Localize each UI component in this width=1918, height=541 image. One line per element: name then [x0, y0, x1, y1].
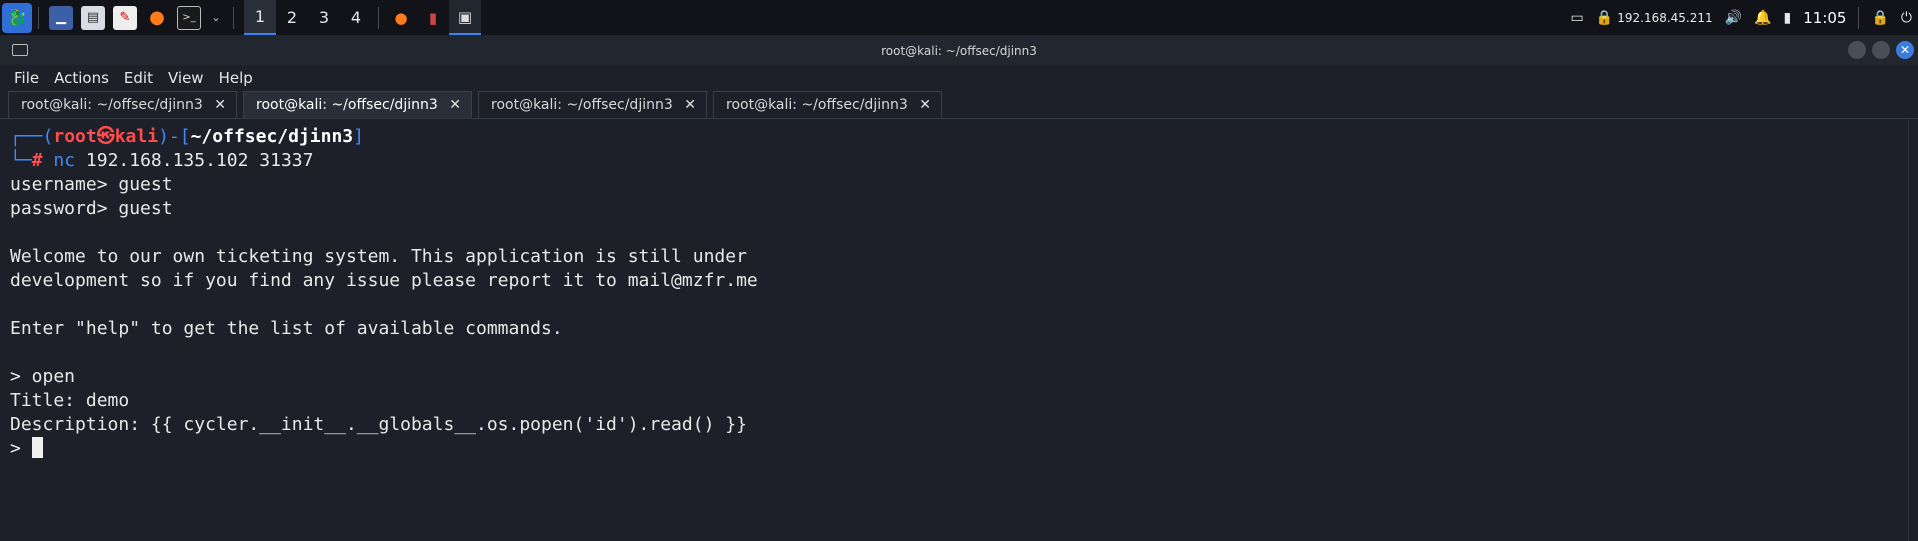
chevron-down-icon[interactable]: ⌄: [209, 6, 223, 30]
minimize-button[interactable]: [1848, 41, 1866, 59]
terminal-output[interactable]: ┌──(root㉿kali)-[~/offsec/djinn3] └─# nc …: [0, 119, 1900, 541]
menu-file[interactable]: File: [14, 69, 39, 87]
output-line: development so if you find any issue ple…: [10, 270, 758, 291]
panel-separator: [1858, 6, 1860, 29]
tab-label: root@kali: ~/offsec/djinn3: [21, 97, 203, 113]
input-prompt: >: [10, 438, 32, 459]
output-line: > open: [10, 366, 76, 387]
terminal-window: root@kali: ~/offsec/djinn3 ✕ File Action…: [0, 35, 1918, 541]
window-title: root@kali: ~/offsec/djinn3: [881, 44, 1037, 58]
workspace-4[interactable]: 4: [340, 0, 372, 35]
tab-label: root@kali: ~/offsec/djinn3: [256, 97, 438, 113]
output-line: Description: {{ cycler.__init__.__global…: [10, 414, 747, 435]
menu-help[interactable]: Help: [219, 69, 253, 87]
command-name: nc: [53, 150, 76, 171]
tab-terminal-4[interactable]: root@kali: ~/offsec/djinn3 ✕: [713, 91, 942, 118]
taskbar-document-icon[interactable]: ▮: [417, 0, 449, 35]
top-panel: 🐉 ▁ ▤ ✎ ● >_ ⌄ 1 2 3 4 ● ▮ ▣ ▭ 🔒 192.168…: [0, 0, 1918, 35]
prompt-at: ㉿: [96, 126, 115, 147]
file-manager-icon[interactable]: ▤: [81, 5, 105, 30]
terminal-launcher-icon[interactable]: >_: [177, 5, 201, 30]
volume-icon[interactable]: 🔊: [1725, 10, 1742, 26]
taskbar-terminal-icon[interactable]: ▣: [449, 0, 481, 35]
text-cursor: [31, 437, 43, 458]
output-line: password> guest: [10, 198, 173, 219]
tab-close-icon[interactable]: ✕: [449, 97, 461, 113]
tab-terminal-1[interactable]: root@kali: ~/offsec/djinn3 ✕: [8, 91, 237, 118]
input-line[interactable]: >: [10, 437, 1890, 461]
tab-close-icon[interactable]: ✕: [919, 97, 931, 113]
battery-icon[interactable]: ▮: [1784, 10, 1792, 26]
tab-close-icon[interactable]: ✕: [684, 97, 696, 113]
panel-separator: [38, 6, 39, 29]
terminal-scrollbar[interactable]: [1908, 119, 1918, 541]
output-line: Title: demo: [10, 390, 130, 411]
panel-separator: [233, 6, 234, 29]
prompt-host: kali: [114, 126, 159, 147]
workspace-switcher: 1 2 3 4: [244, 0, 372, 35]
power-icon[interactable]: ⏻: [1901, 10, 1912, 26]
firefox-icon[interactable]: ●: [145, 6, 169, 30]
menu-actions[interactable]: Actions: [54, 69, 109, 87]
maximize-button[interactable]: [1872, 41, 1890, 59]
menu-bar: File Actions Edit View Help: [0, 65, 1918, 90]
kali-menu-icon[interactable]: 🐉: [2, 2, 32, 33]
close-button[interactable]: ✕: [1896, 41, 1914, 59]
text-editor-icon[interactable]: ✎: [113, 5, 137, 30]
menu-edit[interactable]: Edit: [124, 69, 153, 87]
command-args: 192.168.135.102 31337: [75, 150, 314, 171]
ip-address: 192.168.45.211: [1617, 10, 1713, 25]
network-lock-icon: 🔒: [1595, 9, 1614, 26]
lock-screen-icon[interactable]: 🔒: [1871, 10, 1888, 26]
tab-terminal-2[interactable]: root@kali: ~/offsec/djinn3 ✕: [243, 91, 472, 118]
prompt-line: ┌──(root㉿kali)-[~/offsec/djinn3]: [10, 126, 364, 147]
tab-terminal-3[interactable]: root@kali: ~/offsec/djinn3 ✕: [478, 91, 707, 118]
window-titlebar[interactable]: root@kali: ~/offsec/djinn3 ✕: [0, 35, 1918, 65]
tab-label: root@kali: ~/offsec/djinn3: [491, 97, 673, 113]
prompt-user: root: [53, 126, 97, 147]
clock[interactable]: 11:05: [1803, 9, 1846, 27]
workspace-1[interactable]: 1: [244, 0, 276, 35]
tab-close-icon[interactable]: ✕: [214, 97, 226, 113]
close-icon: ✕: [1899, 43, 1911, 57]
taskbar-firefox-icon[interactable]: ●: [385, 0, 417, 35]
workspace-2[interactable]: 2: [276, 0, 308, 35]
command-line: └─# nc 192.168.135.102 31337: [10, 150, 314, 171]
prompt-path: ~/offsec/djinn3: [190, 126, 354, 147]
output-line: username> guest: [10, 174, 173, 195]
workspace-3[interactable]: 3: [308, 0, 340, 35]
output-line: Enter "help" to get the list of availabl…: [10, 318, 563, 339]
tab-bar: root@kali: ~/offsec/djinn3 ✕ root@kali: …: [0, 90, 1918, 119]
tab-label: root@kali: ~/offsec/djinn3: [726, 97, 908, 113]
notifications-icon[interactable]: 🔔: [1754, 10, 1771, 26]
network-status[interactable]: 🔒 192.168.45.211: [1596, 10, 1713, 26]
panel-separator: [378, 6, 379, 29]
output-line: Welcome to our own ticketing system. Thi…: [10, 246, 747, 267]
display-icon[interactable]: ▭: [1571, 10, 1584, 26]
menu-view[interactable]: View: [168, 69, 204, 87]
show-desktop-icon[interactable]: ▁: [49, 5, 73, 30]
